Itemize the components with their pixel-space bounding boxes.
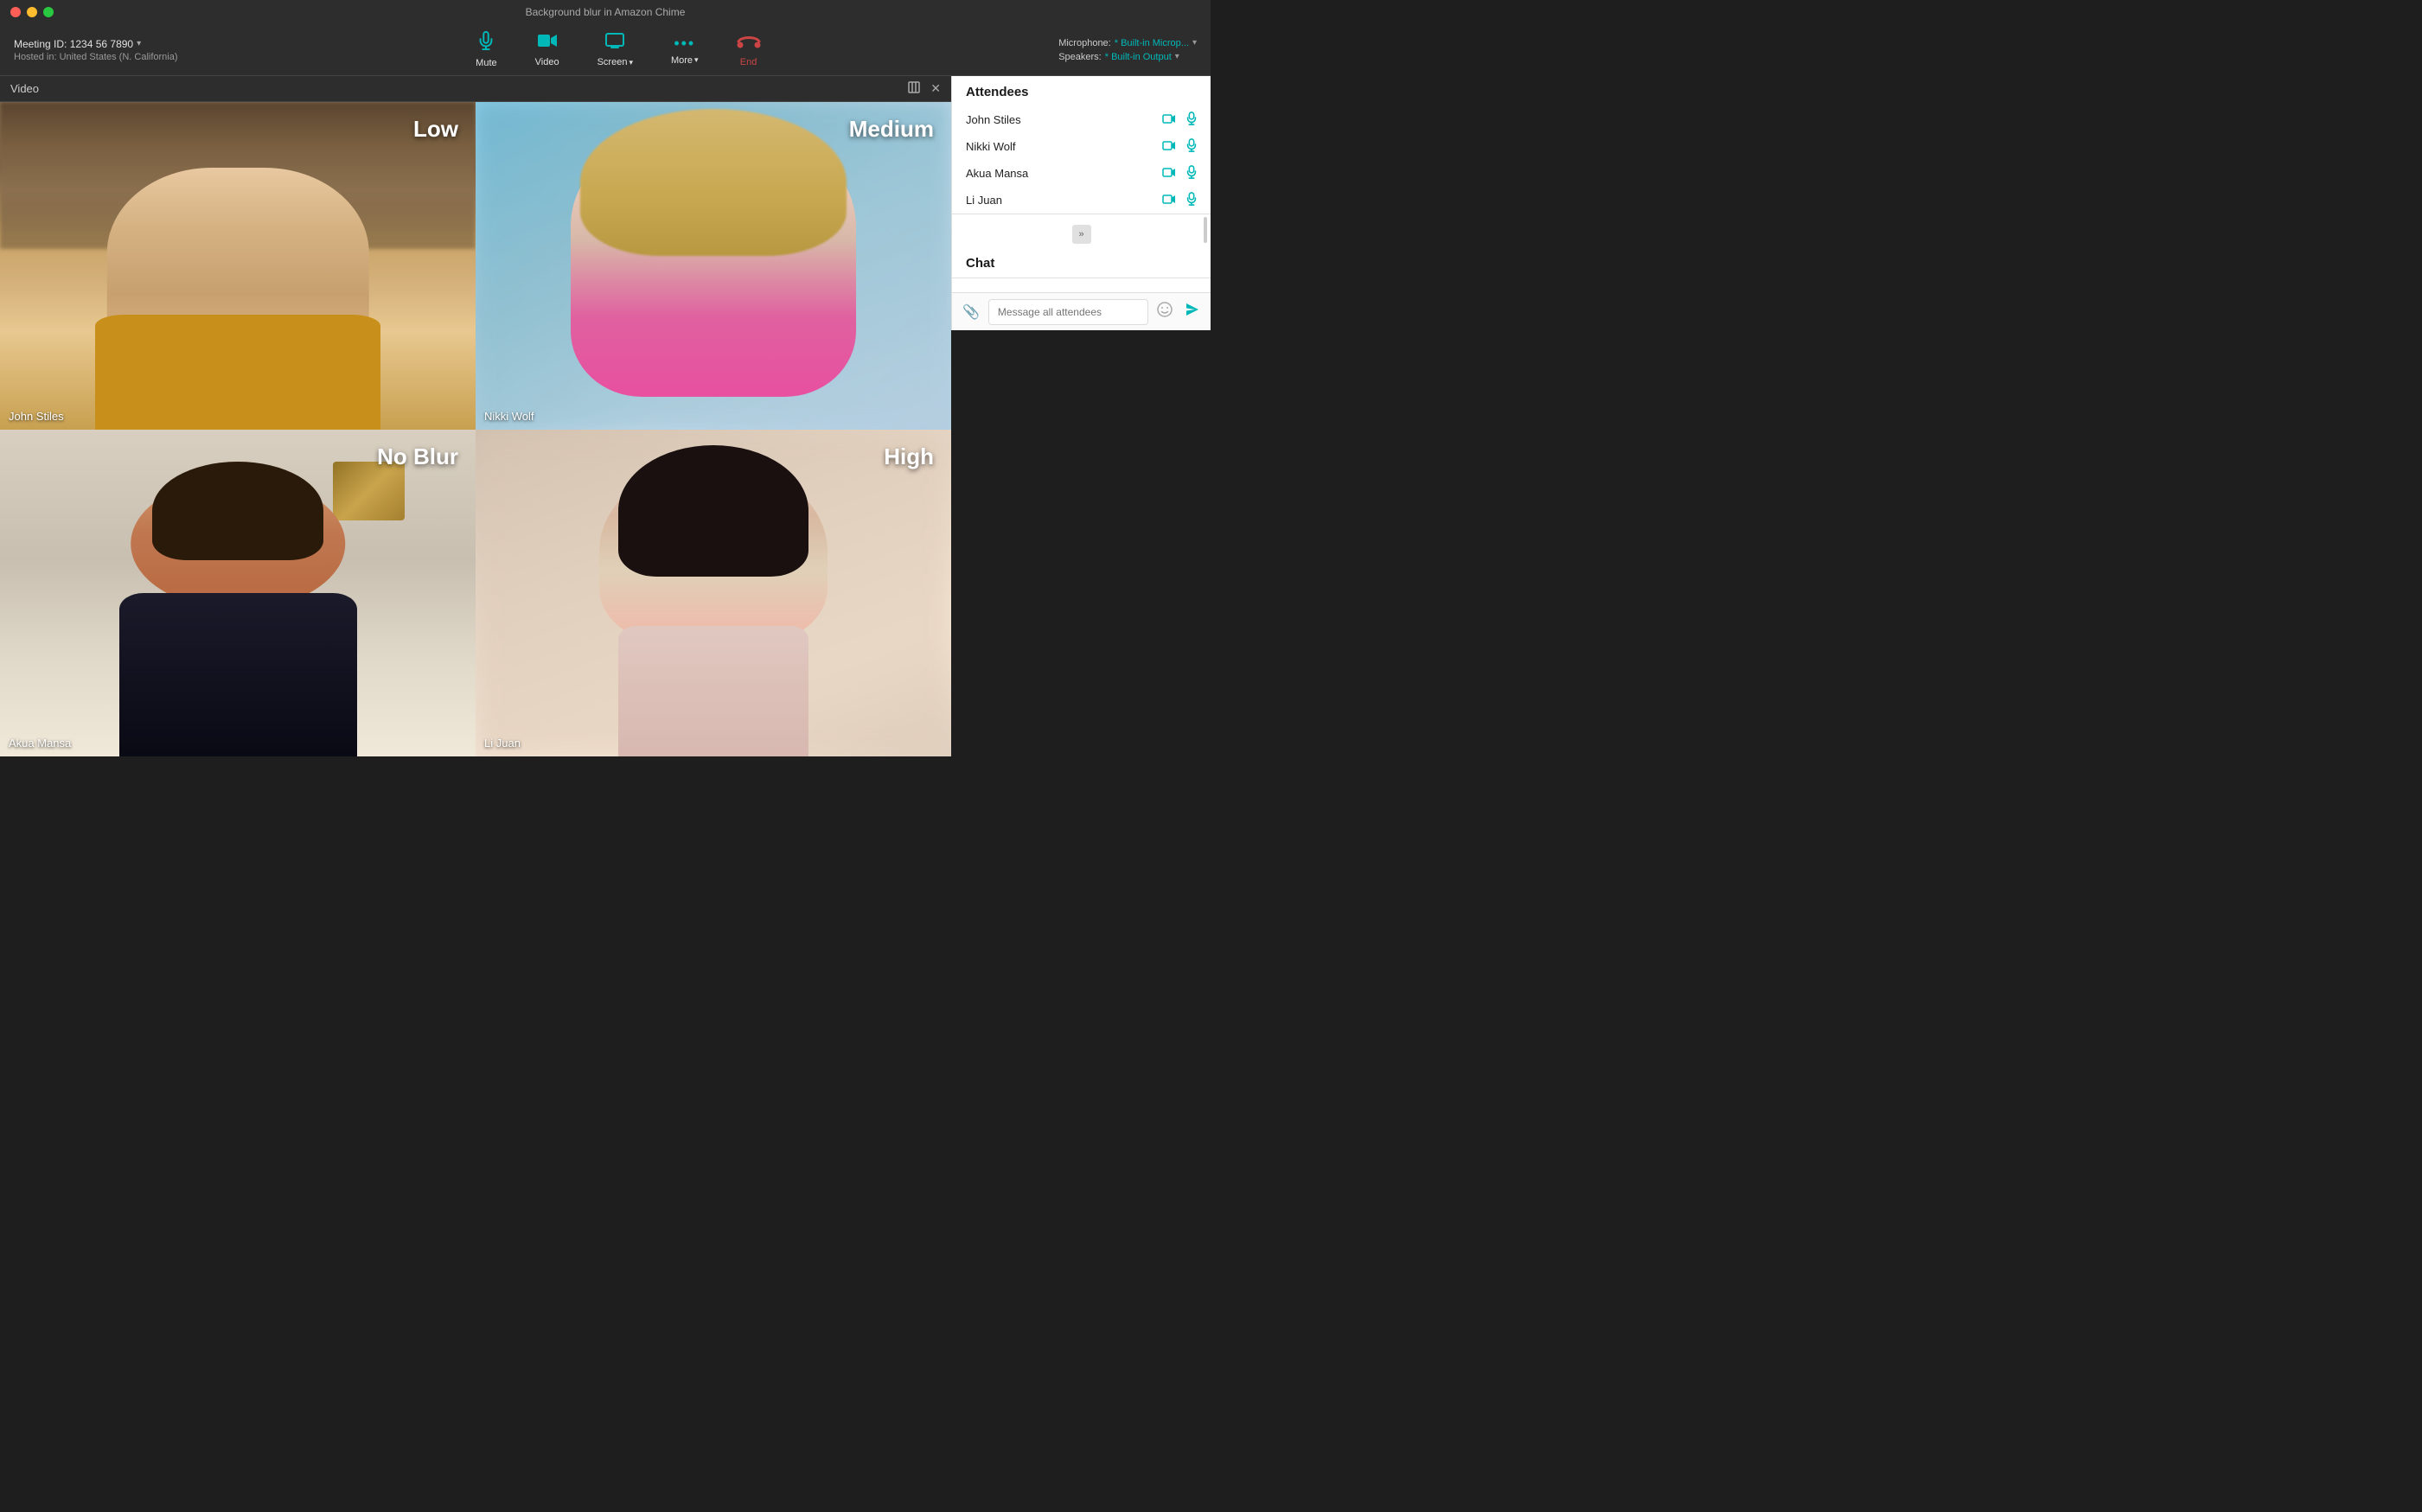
toolbar-controls: Mute Video Screen ▾ <box>469 28 767 72</box>
chat-section: Chat 📎 <box>952 247 1211 330</box>
screen-chevron-icon: ▾ <box>629 58 633 67</box>
popout-button[interactable] <box>908 81 920 96</box>
attendee-name-akua: Akua Mansa <box>966 167 1162 180</box>
microphone-device[interactable]: * Built-in Microp... <box>1115 38 1189 48</box>
emoji-button[interactable] <box>1153 298 1176 325</box>
blur-level-akua: No Blur <box>377 443 458 470</box>
mute-icon <box>476 31 495 55</box>
attendee-icons-lijuan <box>1162 192 1197 208</box>
more-chevron-icon: ▾ <box>694 55 699 65</box>
speakers-chevron-icon[interactable]: ▾ <box>1175 52 1179 61</box>
blur-level-lijuan: High <box>884 443 934 470</box>
scrollbar-thumb[interactable] <box>1204 217 1207 243</box>
more-button[interactable]: ••• More ▾ <box>664 31 706 69</box>
chat-messages <box>952 278 1211 292</box>
screen-button[interactable]: Screen ▾ <box>591 29 640 71</box>
video-panel: Video ✕ <box>0 76 951 756</box>
send-button[interactable] <box>1181 298 1204 325</box>
minimize-button[interactable] <box>27 7 37 17</box>
chat-input[interactable] <box>988 299 1148 325</box>
attendee-icons-john <box>1162 112 1197 128</box>
tile-name-john: John Stiles <box>9 410 64 423</box>
speakers-info: Speakers: * Built-in Output ▾ <box>1058 52 1197 62</box>
video-icon <box>537 32 558 54</box>
tile-name-nikki: Nikki Wolf <box>484 410 534 423</box>
video-panel-title: Video <box>10 82 39 95</box>
meeting-hosted: Hosted in: United States (N. California) <box>14 52 178 62</box>
mute-button[interactable]: Mute <box>469 28 503 72</box>
attendee-name-john: John Stiles <box>966 113 1162 126</box>
chevron-down-icon: ▾ <box>137 39 141 48</box>
blur-level-john: Low <box>413 116 458 143</box>
main-content: Video ✕ <box>0 76 1211 756</box>
video-panel-actions: ✕ <box>908 81 941 96</box>
mic-icon-nikki[interactable] <box>1186 138 1197 155</box>
sidebar-wrapper: Attendees John Stiles <box>951 76 1211 756</box>
video-tile-john: Low John Stiles <box>0 102 476 430</box>
device-info: Microphone: * Built-in Microp... ▾ Speak… <box>1058 38 1197 62</box>
end-button[interactable]: End <box>730 29 768 71</box>
video-tile-lijuan: High Li Juan <box>476 430 951 757</box>
chat-input-area: 📎 <box>952 292 1211 330</box>
tile-name-lijuan: Li Juan <box>484 737 521 750</box>
video-tile-akua: No Blur Akua Mansa <box>0 430 476 757</box>
video-icon-lijuan[interactable] <box>1162 194 1176 207</box>
sidebar: Attendees John Stiles <box>951 76 1211 330</box>
attendee-name-lijuan: Li Juan <box>966 194 1162 207</box>
attendee-row-akua[interactable]: Akua Mansa <box>952 160 1211 187</box>
video-button[interactable]: Video <box>528 29 566 71</box>
divider-scroll <box>952 214 1211 221</box>
collapse-handle[interactable]: » <box>1072 225 1091 244</box>
video-tile-nikki: Medium Nikki Wolf <box>476 102 951 430</box>
mic-icon-akua[interactable] <box>1186 165 1197 182</box>
attendee-row-lijuan[interactable]: Li Juan <box>952 187 1211 214</box>
video-icon-john[interactable] <box>1162 113 1176 127</box>
speakers-device[interactable]: * Built-in Output <box>1105 52 1172 62</box>
end-icon <box>737 32 761 54</box>
close-button[interactable] <box>10 7 21 17</box>
video-icon-akua[interactable] <box>1162 167 1176 181</box>
collapse-area: » <box>952 221 1211 247</box>
video-icon-nikki[interactable] <box>1162 140 1176 154</box>
screen-icon <box>604 32 625 54</box>
blur-level-nikki: Medium <box>849 116 934 143</box>
traffic-lights[interactable] <box>10 7 54 17</box>
mic-icon-john[interactable] <box>1186 112 1197 128</box>
attendee-row-nikki[interactable]: Nikki Wolf <box>952 133 1211 160</box>
title-bar: Background blur in Amazon Chime <box>0 0 1211 24</box>
window-title: Background blur in Amazon Chime <box>526 6 686 18</box>
attendee-icons-nikki <box>1162 138 1197 155</box>
attendees-title: Attendees <box>952 76 1211 106</box>
meeting-id[interactable]: Meeting ID: 1234 56 7890 ▾ <box>14 38 178 50</box>
meeting-info: Meeting ID: 1234 56 7890 ▾ Hosted in: Un… <box>14 38 178 62</box>
video-grid: Low John Stiles Medium Nikki Wolf <box>0 102 951 756</box>
attendee-row-john[interactable]: John Stiles <box>952 106 1211 133</box>
chat-title: Chat <box>952 247 1211 278</box>
mic-chevron-icon[interactable]: ▾ <box>1192 38 1197 48</box>
close-video-panel-button[interactable]: ✕ <box>930 81 941 96</box>
more-icon: ••• <box>674 35 695 53</box>
video-panel-header: Video ✕ <box>0 76 951 102</box>
attendee-icons-akua <box>1162 165 1197 182</box>
toolbar: Meeting ID: 1234 56 7890 ▾ Hosted in: Un… <box>0 24 1211 76</box>
microphone-info: Microphone: * Built-in Microp... ▾ <box>1058 38 1197 48</box>
attendees-section: Attendees John Stiles <box>952 76 1211 214</box>
tile-name-akua: Akua Mansa <box>9 737 71 750</box>
fullscreen-button[interactable] <box>43 7 54 17</box>
attach-button[interactable]: 📎 <box>959 300 983 324</box>
attendee-name-nikki: Nikki Wolf <box>966 140 1162 153</box>
mic-icon-lijuan[interactable] <box>1186 192 1197 208</box>
